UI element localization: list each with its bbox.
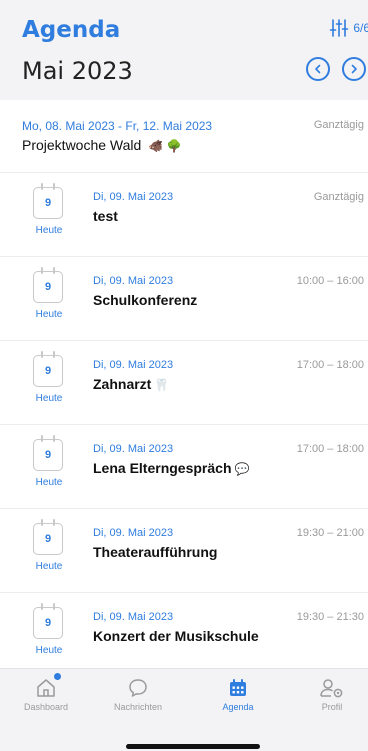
chat-bubble-icon <box>127 676 149 700</box>
event-time: 10:00 – 16:00 <box>296 275 364 287</box>
home-indicator <box>126 744 260 749</box>
event-title-text: Schulkonferenz <box>93 292 198 308</box>
event-date: Di, 09. Mai 2023 <box>93 359 174 371</box>
notification-dot <box>54 673 61 680</box>
calendar-icon: 9 <box>33 603 63 639</box>
filter-button[interactable]: 6/6 <box>329 18 368 38</box>
tab-label: Nachrichten <box>113 702 163 712</box>
event-time: 17:00 – 18:00 <box>296 359 364 371</box>
event-date: Di, 09. Mai 2023 <box>93 443 174 455</box>
featured-event[interactable]: Mo, 08. Mai 2023 - Fr, 12. Mai 2023 Ganz… <box>0 100 368 170</box>
today-label: Heute <box>35 645 63 656</box>
calendar-day: 9 <box>44 533 52 545</box>
event-title: Schulkonferenz <box>93 292 200 308</box>
event-title-text: Theateraufführung <box>93 544 218 560</box>
calendar-icon <box>227 676 249 700</box>
event-list: 9 Heute Di, 09. Mai 2023 Ganztägig test … <box>0 172 368 676</box>
tab-label: Profil <box>321 702 343 712</box>
month-label: Mai 2023 <box>22 57 133 85</box>
app: Agenda 6/6 Mai 2023 Mo, 08. Mai 2023 - F… <box>0 0 368 751</box>
event-title-text: Zahnarzt <box>93 376 152 392</box>
next-month-button[interactable] <box>342 57 366 81</box>
event-emoji: 🦷 <box>154 378 170 392</box>
tab-profile[interactable]: Profil <box>286 669 368 721</box>
today-label: Heute <box>35 393 63 404</box>
event-title-text: test <box>93 208 118 224</box>
event-title-text: Konzert der Musikschule <box>93 628 259 644</box>
event-row[interactable]: 9 Heute Di, 09. Mai 2023 17:00 – 18:00 L… <box>0 424 368 508</box>
event-time: 19:30 – 21:30 <box>296 611 364 623</box>
tab-messages[interactable]: Nachrichten <box>92 669 184 721</box>
event-date: Mo, 08. Mai 2023 - Fr, 12. Mai 2023 <box>22 119 213 133</box>
calendar-icon: 9 <box>33 435 63 471</box>
event-date: Di, 09. Mai 2023 <box>93 191 174 203</box>
calendar-icon: 9 <box>33 351 63 387</box>
calendar-day: 9 <box>44 197 52 209</box>
event-time: 17:00 – 18:00 <box>296 443 364 455</box>
header: Agenda 6/6 Mai 2023 <box>0 0 368 100</box>
event-title-text: Projektwoche Wald <box>22 137 142 153</box>
event-title: Theateraufführung <box>93 544 220 560</box>
event-title: test <box>93 208 121 224</box>
calendar-day: 9 <box>44 281 52 293</box>
event-title: Lena Elterngespräch 💬 <box>93 460 249 476</box>
event-time: 19:30 – 21:00 <box>296 527 364 539</box>
calendar-day: 9 <box>44 617 52 629</box>
event-row[interactable]: 9 Heute Di, 09. Mai 2023 10:00 – 16:00 S… <box>0 256 368 340</box>
event-emoji: 💬 <box>234 462 250 476</box>
filter-sliders-icon <box>330 19 349 37</box>
tab-label: Agenda <box>222 702 254 712</box>
calendar-icon: 9 <box>33 183 63 219</box>
tab-bar: Dashboard Nachrichten Agenda Profil <box>0 668 368 751</box>
tab-label: Dashboard <box>23 702 69 712</box>
event-emoji: 🐗 🌳 <box>148 139 182 153</box>
event-date: Di, 09. Mai 2023 <box>93 275 174 287</box>
event-title-text: Lena Elterngespräch <box>93 460 232 476</box>
event-date: Di, 09. Mai 2023 <box>93 527 174 539</box>
event-row[interactable]: 9 Heute Di, 09. Mai 2023 17:00 – 18:00 Z… <box>0 340 368 424</box>
event-title: Konzert der Musikschule <box>93 628 262 644</box>
today-label: Heute <box>35 477 63 488</box>
event-row[interactable]: 9 Heute Di, 09. Mai 2023 19:30 – 21:30 K… <box>0 592 368 676</box>
today-label: Heute <box>35 561 63 572</box>
calendar-icon: 9 <box>33 519 63 555</box>
chevron-left-icon <box>315 64 321 74</box>
prev-month-button[interactable] <box>306 57 330 81</box>
today-label: Heute <box>35 309 63 320</box>
calendar-day: 9 <box>44 449 52 461</box>
chevron-right-icon <box>351 64 357 74</box>
today-label: Heute <box>35 225 63 236</box>
event-date: Di, 09. Mai 2023 <box>93 611 174 623</box>
event-row[interactable]: 9 Heute Di, 09. Mai 2023 19:30 – 21:00 T… <box>0 508 368 592</box>
event-row[interactable]: 9 Heute Di, 09. Mai 2023 Ganztägig test <box>0 172 368 256</box>
home-icon <box>35 673 61 700</box>
filter-count: 6/6 <box>353 21 368 35</box>
event-time: Ganztägig <box>313 119 364 131</box>
event-time: Ganztägig <box>313 191 364 203</box>
profile-settings-icon <box>319 676 345 700</box>
tab-dashboard[interactable]: Dashboard <box>0 669 92 721</box>
event-title: Projektwoche Wald 🐗 🌳 <box>22 137 181 153</box>
tab-agenda[interactable]: Agenda <box>192 669 284 721</box>
calendar-day: 9 <box>44 365 52 377</box>
event-title: Zahnarzt 🦷 <box>93 376 169 392</box>
calendar-icon: 9 <box>33 267 63 303</box>
page-title: Agenda <box>22 17 121 43</box>
